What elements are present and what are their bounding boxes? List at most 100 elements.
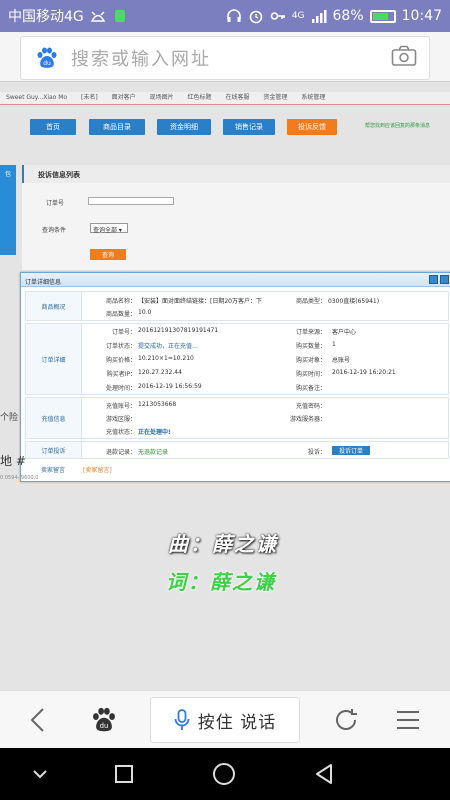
- recharge-section: 充值信息 充值账号： 1213053668 充值密码： 游戏区服： 游戏服务器：…: [25, 397, 449, 439]
- key-icon: [270, 12, 285, 20]
- dialog-controls: [429, 275, 449, 284]
- baidu-paw-icon[interactable]: du: [33, 44, 61, 72]
- phone-screen: 中国移动4G 4G 68% 10:47 du 搜索或输入网址 Sweet Guy…: [0, 0, 450, 800]
- caption-lyricist: 词：薛之谦: [166, 570, 276, 594]
- recharge-row-value: 1213053668: [138, 401, 177, 408]
- recharge-row-label: 充值账号：: [105, 403, 136, 410]
- side-fragment: 个险: [0, 413, 19, 423]
- bookmark-item[interactable]: 红色标题: [188, 94, 212, 101]
- order-section: 订单详细 订单号： 201612191307819191471 订单来源： 客户…: [25, 323, 449, 395]
- refresh-icon[interactable]: [324, 691, 368, 749]
- order-row-value: 2016-12-19 16:56:59: [138, 383, 202, 390]
- recharge-status-value: 正在处理中!: [138, 429, 171, 436]
- order-row-label: 购买备注：: [295, 385, 326, 392]
- order-row-value: 1: [332, 341, 336, 348]
- product-qty-value: 10.0: [138, 309, 152, 316]
- status-label: 查询条件: [42, 227, 67, 234]
- notes-section: 卖家留言 [卖家留言]: [25, 461, 449, 477]
- nav-sales-button[interactable]: 销售记录: [223, 119, 275, 135]
- order-row-label: 订单来源：: [295, 329, 326, 336]
- nav-funds-button[interactable]: 资金明细: [157, 119, 211, 135]
- bookmarks-bar: Sweet Guy...Xiao Mo [未名] 面对客户 现场图片 红色标题 …: [0, 92, 450, 104]
- nav-complaints-button[interactable]: 投诉反馈: [287, 119, 337, 135]
- complaint-section: 订单投诉 退款记录： 无退款记录 投诉： 投诉订单: [25, 441, 449, 459]
- order-row-value: 10.210×1=10.210: [138, 355, 194, 362]
- bookmark-item[interactable]: 资金管理: [263, 94, 287, 101]
- order-no-input[interactable]: [88, 197, 174, 205]
- nav-tip: 帮您找到应该回复的那条消息: [365, 123, 431, 129]
- order-row-label: 购买数量：: [295, 343, 326, 350]
- voice-input-label: 按住 说话: [197, 712, 277, 733]
- recharge-row-label: 游戏服务器：: [289, 416, 326, 423]
- product-name-value: 【安装】面对面终结链接：[日期20万客户：下: [138, 298, 262, 305]
- url-input[interactable]: du 搜索或输入网址: [20, 36, 430, 80]
- product-section: 商品概况 商品名称： 【安装】面对面终结链接：[日期20万客户：下 商品类型： …: [25, 291, 449, 321]
- microphone-icon: [174, 709, 190, 730]
- product-qty-label: 商品数量：: [105, 311, 136, 318]
- order-row-label: 处理时间：: [105, 385, 136, 392]
- file-complaint-button[interactable]: 投诉订单: [332, 446, 370, 455]
- order-row-label: 购买者IP：: [106, 371, 136, 378]
- url-placeholder: 搜索或输入网址: [71, 49, 211, 70]
- paw-logo-text: du: [43, 60, 51, 67]
- order-row-label: 购买价格：: [105, 357, 136, 364]
- camera-icon[interactable]: [391, 45, 417, 71]
- bookmark-item[interactable]: 面对客户: [112, 94, 136, 101]
- dialog-title: 订单详细信息: [21, 273, 450, 287]
- order-row-value: 2016-12-19 16:20:21: [332, 369, 396, 376]
- product-type-value: 0300直接(65941): [328, 298, 380, 305]
- status-select[interactable]: 查询全部 ▾: [90, 223, 128, 234]
- bookmark-item[interactable]: Sweet Guy...Xiao Mo: [6, 94, 67, 101]
- recharge-row-label: 充值状态：: [105, 429, 136, 436]
- panel-title: 投诉信息列表: [22, 165, 450, 183]
- baidu-home-icon[interactable]: du: [82, 691, 126, 749]
- order-no-label: 订单号: [46, 200, 65, 207]
- battery-icon: [369, 9, 396, 23]
- nav-catalog-button[interactable]: 商品目录: [89, 119, 145, 135]
- close-icon[interactable]: [440, 275, 449, 284]
- order-row-value: 客户中心: [332, 329, 357, 336]
- order-row-value: 201612191307819191471: [138, 327, 219, 334]
- bookmark-item[interactable]: [未名]: [81, 94, 98, 101]
- order-row-value: 总账号: [332, 357, 351, 364]
- signal-icon: [311, 10, 327, 23]
- menu-icon[interactable]: [386, 691, 430, 749]
- left-side-tab[interactable]: 包: [0, 165, 16, 255]
- refund-record-value: 无退款记录: [138, 449, 169, 456]
- notification-icon: [114, 10, 125, 22]
- order-row-value: 提交成功，正在充值…: [138, 343, 199, 350]
- section-label: 充值信息: [26, 398, 82, 438]
- order-row-label: 购买对象：: [295, 357, 326, 364]
- alarm-icon: [249, 10, 263, 24]
- back-triangle-icon[interactable]: [306, 748, 342, 800]
- order-row-label: 购买时间：: [295, 371, 326, 378]
- recharge-row-label: 游戏区服：: [105, 416, 136, 423]
- notes-value: [卖家留言]: [83, 467, 112, 474]
- carrier-label: 中国移动4G: [8, 9, 84, 25]
- recent-apps-icon[interactable]: [106, 748, 142, 800]
- bookmark-item[interactable]: 系统管理: [301, 94, 325, 101]
- toolbar-logo-text: du: [100, 722, 109, 730]
- side-fragment: 0 0594- 9600,0: [0, 475, 39, 481]
- nav-home-button[interactable]: 首页: [30, 119, 76, 135]
- product-name-label: 商品名称：: [105, 298, 136, 305]
- section-label: 商品概况: [26, 292, 82, 320]
- complaint-list-panel: 投诉信息列表 订单号 查询条件 查询全部 ▾ 查询: [22, 165, 450, 270]
- voice-input-button[interactable]: 按住 说话: [150, 697, 300, 743]
- browser-address-bar: du 搜索或输入网址: [0, 32, 450, 82]
- system-navigation-bar: [0, 748, 450, 800]
- cat-icon: [90, 11, 106, 22]
- back-icon[interactable]: [16, 691, 60, 749]
- side-fragment: 地 #: [0, 454, 26, 468]
- home-icon[interactable]: [206, 748, 242, 800]
- query-button[interactable]: 查询: [90, 249, 126, 260]
- network-label: 4G: [291, 11, 305, 21]
- bookmark-item[interactable]: 现场图片: [150, 94, 174, 101]
- section-label: 订单详细: [26, 324, 82, 394]
- chevron-down-icon[interactable]: [22, 748, 58, 800]
- clock: 10:47: [401, 8, 442, 24]
- product-type-label: 商品类型：: [295, 298, 326, 305]
- bookmark-item[interactable]: 在线客服: [225, 94, 249, 101]
- minimize-icon[interactable]: [429, 275, 438, 284]
- complaint-label: 投诉：: [307, 449, 326, 456]
